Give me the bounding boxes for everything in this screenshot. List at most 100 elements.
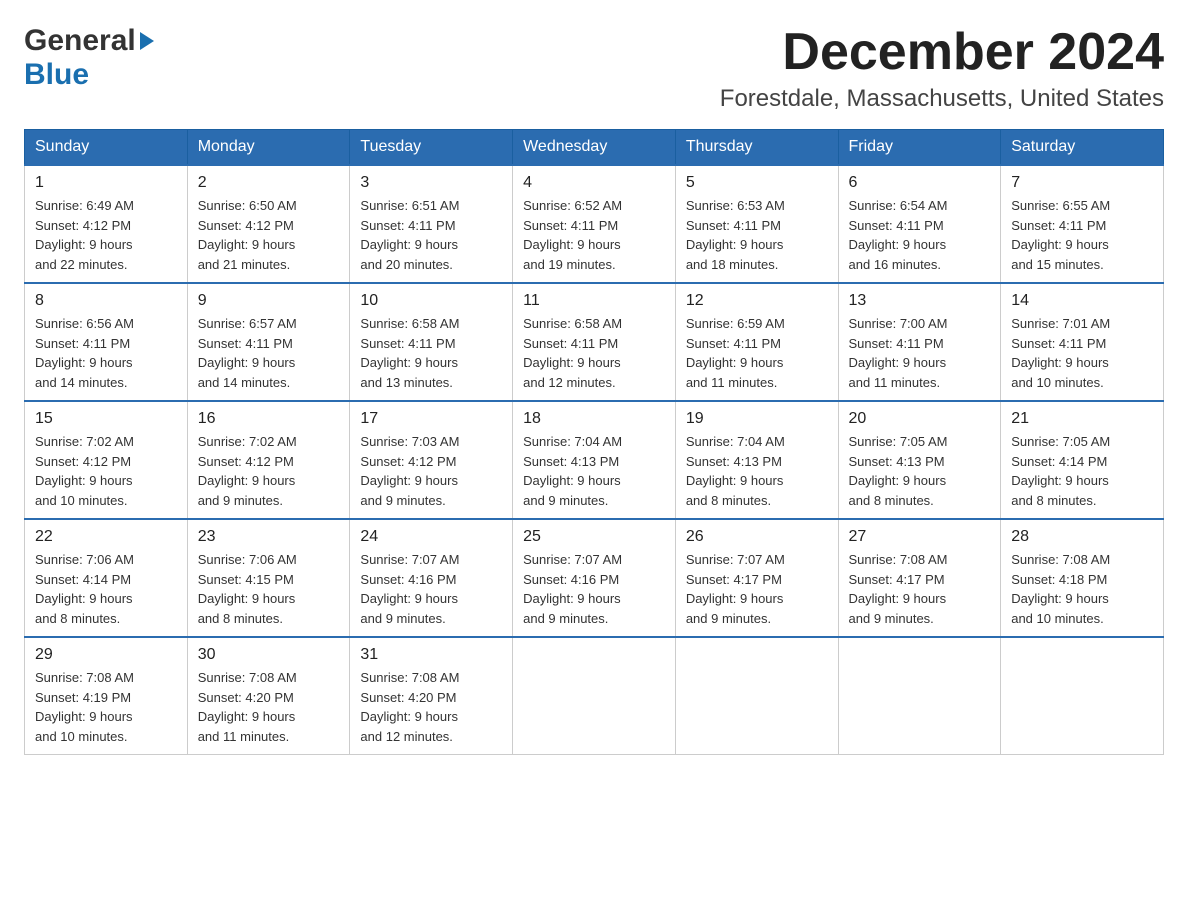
week-row-3: 15 Sunrise: 7:02 AM Sunset: 4:12 PM Dayl… — [25, 401, 1164, 519]
day-info: Sunrise: 6:57 AM Sunset: 4:11 PM Dayligh… — [198, 314, 340, 392]
day-info: Sunrise: 7:04 AM Sunset: 4:13 PM Dayligh… — [686, 432, 828, 510]
day-header-saturday: Saturday — [1001, 130, 1164, 166]
calendar-cell: 23 Sunrise: 7:06 AM Sunset: 4:15 PM Dayl… — [187, 519, 350, 637]
calendar-cell: 21 Sunrise: 7:05 AM Sunset: 4:14 PM Dayl… — [1001, 401, 1164, 519]
day-header-tuesday: Tuesday — [350, 130, 513, 166]
logo-general-text: General — [24, 24, 136, 58]
day-info: Sunrise: 7:00 AM Sunset: 4:11 PM Dayligh… — [849, 314, 991, 392]
day-info: Sunrise: 6:53 AM Sunset: 4:11 PM Dayligh… — [686, 196, 828, 274]
calendar-cell — [513, 637, 676, 755]
page-title: December 2024 — [720, 24, 1164, 81]
day-number: 31 — [360, 646, 502, 664]
day-number: 25 — [523, 528, 665, 546]
calendar-cell: 6 Sunrise: 6:54 AM Sunset: 4:11 PM Dayli… — [838, 165, 1001, 283]
day-info: Sunrise: 7:07 AM Sunset: 4:17 PM Dayligh… — [686, 550, 828, 628]
title-block: December 2024 Forestdale, Massachusetts,… — [720, 24, 1164, 113]
day-number: 2 — [198, 174, 340, 192]
day-info: Sunrise: 6:49 AM Sunset: 4:12 PM Dayligh… — [35, 196, 177, 274]
calendar-cell — [838, 637, 1001, 755]
calendar-cell: 5 Sunrise: 6:53 AM Sunset: 4:11 PM Dayli… — [675, 165, 838, 283]
day-info: Sunrise: 7:07 AM Sunset: 4:16 PM Dayligh… — [523, 550, 665, 628]
day-info: Sunrise: 7:02 AM Sunset: 4:12 PM Dayligh… — [35, 432, 177, 510]
day-info: Sunrise: 7:04 AM Sunset: 4:13 PM Dayligh… — [523, 432, 665, 510]
day-info: Sunrise: 7:06 AM Sunset: 4:15 PM Dayligh… — [198, 550, 340, 628]
day-info: Sunrise: 6:54 AM Sunset: 4:11 PM Dayligh… — [849, 196, 991, 274]
day-info: Sunrise: 7:08 AM Sunset: 4:20 PM Dayligh… — [360, 668, 502, 746]
calendar-cell: 15 Sunrise: 7:02 AM Sunset: 4:12 PM Dayl… — [25, 401, 188, 519]
day-number: 24 — [360, 528, 502, 546]
day-info: Sunrise: 6:59 AM Sunset: 4:11 PM Dayligh… — [686, 314, 828, 392]
calendar-table: SundayMondayTuesdayWednesdayThursdayFrid… — [24, 129, 1164, 755]
day-info: Sunrise: 6:55 AM Sunset: 4:11 PM Dayligh… — [1011, 196, 1153, 274]
calendar-cell: 19 Sunrise: 7:04 AM Sunset: 4:13 PM Dayl… — [675, 401, 838, 519]
day-header-thursday: Thursday — [675, 130, 838, 166]
calendar-cell: 8 Sunrise: 6:56 AM Sunset: 4:11 PM Dayli… — [25, 283, 188, 401]
logo-blue-row: Blue — [24, 58, 89, 92]
logo-general-row: General — [24, 24, 154, 58]
day-header-sunday: Sunday — [25, 130, 188, 166]
day-number: 8 — [35, 292, 177, 310]
day-number: 17 — [360, 410, 502, 428]
day-number: 22 — [35, 528, 177, 546]
day-number: 23 — [198, 528, 340, 546]
day-number: 19 — [686, 410, 828, 428]
week-row-2: 8 Sunrise: 6:56 AM Sunset: 4:11 PM Dayli… — [25, 283, 1164, 401]
calendar-cell: 26 Sunrise: 7:07 AM Sunset: 4:17 PM Dayl… — [675, 519, 838, 637]
calendar-cell: 1 Sunrise: 6:49 AM Sunset: 4:12 PM Dayli… — [25, 165, 188, 283]
calendar-cell: 10 Sunrise: 6:58 AM Sunset: 4:11 PM Dayl… — [350, 283, 513, 401]
day-number: 5 — [686, 174, 828, 192]
day-info: Sunrise: 6:56 AM Sunset: 4:11 PM Dayligh… — [35, 314, 177, 392]
day-number: 16 — [198, 410, 340, 428]
page-subtitle: Forestdale, Massachusetts, United States — [720, 85, 1164, 113]
day-number: 20 — [849, 410, 991, 428]
day-info: Sunrise: 7:08 AM Sunset: 4:19 PM Dayligh… — [35, 668, 177, 746]
calendar-cell: 27 Sunrise: 7:08 AM Sunset: 4:17 PM Dayl… — [838, 519, 1001, 637]
day-number: 30 — [198, 646, 340, 664]
week-row-5: 29 Sunrise: 7:08 AM Sunset: 4:19 PM Dayl… — [25, 637, 1164, 755]
calendar-cell — [1001, 637, 1164, 755]
day-info: Sunrise: 7:02 AM Sunset: 4:12 PM Dayligh… — [198, 432, 340, 510]
calendar-cell: 30 Sunrise: 7:08 AM Sunset: 4:20 PM Dayl… — [187, 637, 350, 755]
calendar-cell: 13 Sunrise: 7:00 AM Sunset: 4:11 PM Dayl… — [838, 283, 1001, 401]
day-number: 21 — [1011, 410, 1153, 428]
calendar-cell: 16 Sunrise: 7:02 AM Sunset: 4:12 PM Dayl… — [187, 401, 350, 519]
week-row-1: 1 Sunrise: 6:49 AM Sunset: 4:12 PM Dayli… — [25, 165, 1164, 283]
calendar-cell: 14 Sunrise: 7:01 AM Sunset: 4:11 PM Dayl… — [1001, 283, 1164, 401]
day-info: Sunrise: 6:51 AM Sunset: 4:11 PM Dayligh… — [360, 196, 502, 274]
calendar-cell: 12 Sunrise: 6:59 AM Sunset: 4:11 PM Dayl… — [675, 283, 838, 401]
day-info: Sunrise: 6:58 AM Sunset: 4:11 PM Dayligh… — [523, 314, 665, 392]
calendar-cell: 17 Sunrise: 7:03 AM Sunset: 4:12 PM Dayl… — [350, 401, 513, 519]
week-row-4: 22 Sunrise: 7:06 AM Sunset: 4:14 PM Dayl… — [25, 519, 1164, 637]
logo-arrow-icon — [140, 32, 154, 50]
calendar-header: SundayMondayTuesdayWednesdayThursdayFrid… — [25, 130, 1164, 166]
calendar-cell: 11 Sunrise: 6:58 AM Sunset: 4:11 PM Dayl… — [513, 283, 676, 401]
day-header-monday: Monday — [187, 130, 350, 166]
day-number: 12 — [686, 292, 828, 310]
day-info: Sunrise: 7:08 AM Sunset: 4:20 PM Dayligh… — [198, 668, 340, 746]
calendar-cell: 28 Sunrise: 7:08 AM Sunset: 4:18 PM Dayl… — [1001, 519, 1164, 637]
page-header: General Blue December 2024 Forestdale, M… — [24, 24, 1164, 113]
day-info: Sunrise: 7:01 AM Sunset: 4:11 PM Dayligh… — [1011, 314, 1153, 392]
day-header-friday: Friday — [838, 130, 1001, 166]
calendar-cell — [675, 637, 838, 755]
calendar-cell: 24 Sunrise: 7:07 AM Sunset: 4:16 PM Dayl… — [350, 519, 513, 637]
day-info: Sunrise: 7:03 AM Sunset: 4:12 PM Dayligh… — [360, 432, 502, 510]
calendar-cell: 3 Sunrise: 6:51 AM Sunset: 4:11 PM Dayli… — [350, 165, 513, 283]
calendar-cell: 18 Sunrise: 7:04 AM Sunset: 4:13 PM Dayl… — [513, 401, 676, 519]
day-info: Sunrise: 7:05 AM Sunset: 4:14 PM Dayligh… — [1011, 432, 1153, 510]
logo: General Blue — [24, 24, 154, 92]
day-info: Sunrise: 7:05 AM Sunset: 4:13 PM Dayligh… — [849, 432, 991, 510]
day-info: Sunrise: 7:08 AM Sunset: 4:18 PM Dayligh… — [1011, 550, 1153, 628]
day-number: 6 — [849, 174, 991, 192]
day-header-wednesday: Wednesday — [513, 130, 676, 166]
calendar-cell: 25 Sunrise: 7:07 AM Sunset: 4:16 PM Dayl… — [513, 519, 676, 637]
day-number: 14 — [1011, 292, 1153, 310]
day-number: 1 — [35, 174, 177, 192]
day-number: 13 — [849, 292, 991, 310]
calendar-cell: 29 Sunrise: 7:08 AM Sunset: 4:19 PM Dayl… — [25, 637, 188, 755]
day-info: Sunrise: 6:52 AM Sunset: 4:11 PM Dayligh… — [523, 196, 665, 274]
calendar-cell: 22 Sunrise: 7:06 AM Sunset: 4:14 PM Dayl… — [25, 519, 188, 637]
calendar-cell: 7 Sunrise: 6:55 AM Sunset: 4:11 PM Dayli… — [1001, 165, 1164, 283]
day-number: 7 — [1011, 174, 1153, 192]
calendar-cell: 4 Sunrise: 6:52 AM Sunset: 4:11 PM Dayli… — [513, 165, 676, 283]
